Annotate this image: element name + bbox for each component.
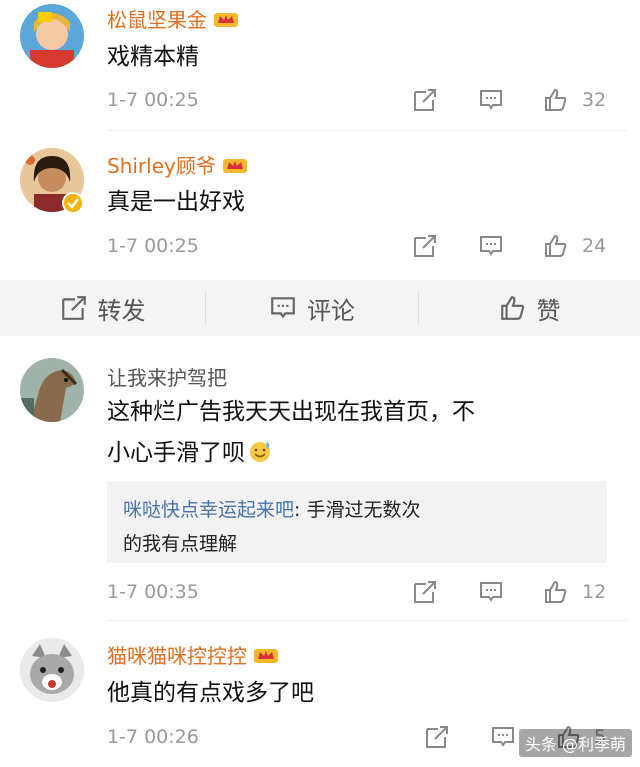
comment-icon bbox=[271, 297, 295, 319]
username[interactable]: 猫咪猫咪控控控 bbox=[107, 640, 279, 669]
divider bbox=[107, 130, 627, 131]
username-text[interactable]: 松鼠坚果金 bbox=[107, 8, 207, 32]
comment-meta: 1-7 00:35 12 bbox=[0, 579, 640, 609]
comment-button[interactable]: 评论 bbox=[206, 280, 418, 336]
reply-line: 咪哒快点幸运起来吧: 手滑过无数次 bbox=[123, 493, 591, 527]
comment-time: 1-7 00:25 bbox=[107, 89, 199, 111]
reply-text: 的我有点理解 bbox=[123, 533, 238, 555]
comment-time: 1-7 00:25 bbox=[107, 235, 199, 257]
like-count: 24 bbox=[582, 235, 607, 257]
comment-text: 戏精本精 bbox=[107, 44, 199, 70]
verified-badge-icon bbox=[62, 192, 84, 214]
forward-icon[interactable] bbox=[424, 724, 452, 752]
comment-text: 小心手滑了呗 bbox=[107, 434, 273, 472]
watermark: 头条 @利季萌 bbox=[518, 729, 632, 757]
reply-username[interactable]: 咪哒快点幸运起来吧 bbox=[123, 499, 294, 521]
like-icon[interactable] bbox=[543, 579, 571, 607]
forward-icon[interactable] bbox=[412, 87, 440, 115]
comment-time: 1-7 00:35 bbox=[107, 581, 199, 603]
comment-time: 1-7 00:26 bbox=[107, 726, 199, 748]
avatar[interactable] bbox=[20, 4, 84, 68]
comment-icon[interactable] bbox=[478, 233, 506, 261]
vip-crown-icon bbox=[222, 155, 248, 175]
comment-icon[interactable] bbox=[478, 87, 506, 115]
forward-label: 转发 bbox=[97, 296, 146, 325]
forward-icon bbox=[61, 296, 86, 320]
avatar[interactable] bbox=[20, 358, 84, 422]
reply-text: : 手滑过无数次 bbox=[294, 499, 421, 521]
comment-meta: 1-7 00:25 32 bbox=[0, 87, 640, 117]
username[interactable]: Shirley顾爷 bbox=[107, 150, 248, 179]
like-icon[interactable] bbox=[543, 87, 571, 115]
username[interactable]: 松鼠坚果金 bbox=[107, 4, 239, 33]
like-count: 32 bbox=[582, 89, 607, 111]
like-button[interactable]: 赞 bbox=[419, 280, 640, 336]
avatar[interactable] bbox=[20, 638, 84, 702]
forward-icon[interactable] bbox=[412, 233, 440, 261]
comment-label: 评论 bbox=[307, 296, 355, 325]
comment-text: 他真的有点戏多了吧 bbox=[107, 680, 314, 706]
reply-quote[interactable]: 咪哒快点幸运起来吧: 手滑过无数次 的我有点理解 bbox=[107, 481, 607, 563]
username[interactable]: 让我来护驾把 bbox=[107, 362, 227, 391]
forward-icon[interactable] bbox=[412, 579, 440, 607]
like-count: 12 bbox=[582, 581, 607, 603]
comment-icon[interactable] bbox=[490, 724, 518, 752]
comment-meta: 1-7 00:25 24 bbox=[0, 233, 640, 263]
comment-text: 这种烂广告我天天出现在我首页，不 bbox=[107, 399, 475, 425]
forward-button[interactable]: 转发 bbox=[0, 280, 205, 336]
comment-text: 真是一出好戏 bbox=[107, 189, 245, 215]
like-label: 赞 bbox=[536, 296, 561, 325]
vip-crown-icon bbox=[253, 645, 279, 665]
username-text[interactable]: Shirley顾爷 bbox=[107, 154, 216, 178]
comment-icon[interactable] bbox=[478, 579, 506, 607]
comment-text-line: 小心手滑了呗 bbox=[107, 440, 245, 466]
like-icon[interactable] bbox=[543, 233, 571, 261]
like-icon bbox=[500, 296, 524, 320]
sweat-smile-emoji-icon bbox=[247, 438, 273, 464]
vip-crown-icon bbox=[213, 9, 239, 29]
username-text[interactable]: 猫咪猫咪控控控 bbox=[107, 644, 247, 668]
divider bbox=[107, 620, 627, 621]
post-action-bar: 转发 评论 赞 bbox=[0, 280, 640, 336]
